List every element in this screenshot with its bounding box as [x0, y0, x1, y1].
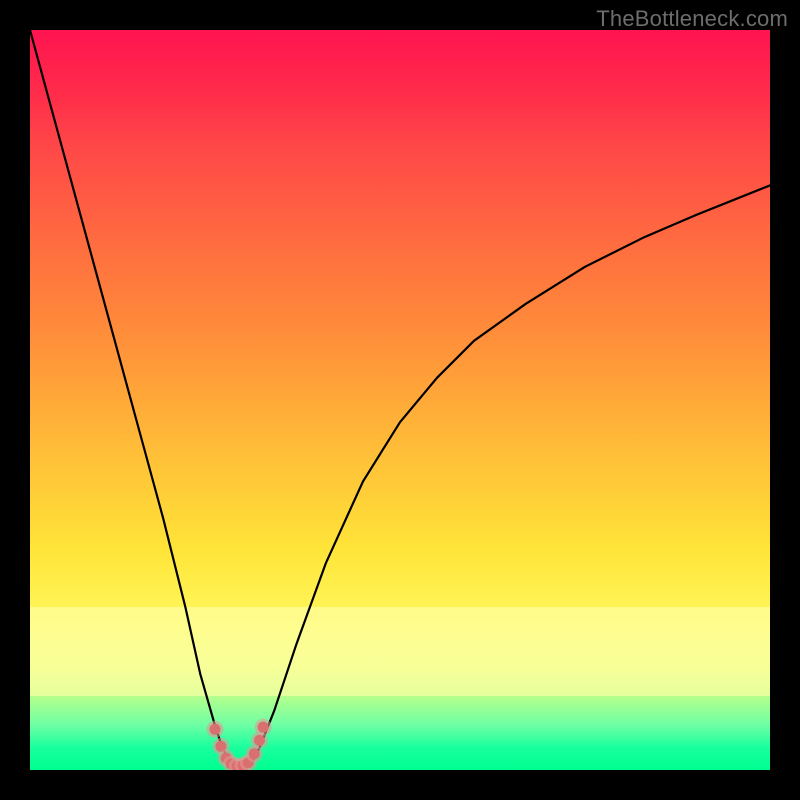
valley-node-glow: [255, 719, 272, 736]
chart-plot-area: [30, 30, 770, 770]
valley-node: [249, 748, 260, 759]
valley-node: [258, 722, 269, 733]
curve-layer: [30, 30, 770, 770]
valley-node: [243, 757, 254, 768]
valley-node: [210, 724, 221, 735]
valley-node: [254, 735, 265, 746]
valley-node-glow: [246, 745, 263, 762]
valley-node-glow: [218, 750, 235, 767]
valley-node: [226, 759, 237, 770]
valley-node-glow: [240, 754, 257, 770]
valley-nodes: [207, 719, 272, 770]
bottleneck-curve: [30, 30, 770, 770]
valley-node: [238, 760, 249, 770]
watermark-text: TheBottleneck.com: [596, 6, 788, 32]
valley-node: [221, 753, 232, 764]
valley-node: [232, 761, 243, 770]
valley-node-glow: [229, 758, 246, 770]
valley-node-glow: [207, 721, 224, 738]
valley-node-glow: [212, 738, 229, 755]
valley-node-glow: [251, 732, 268, 749]
valley-node: [215, 741, 226, 752]
valley-node-glow: [223, 756, 240, 770]
chart-frame: TheBottleneck.com: [0, 0, 800, 800]
valley-node-glow: [235, 757, 252, 770]
pale-band: [30, 607, 770, 696]
